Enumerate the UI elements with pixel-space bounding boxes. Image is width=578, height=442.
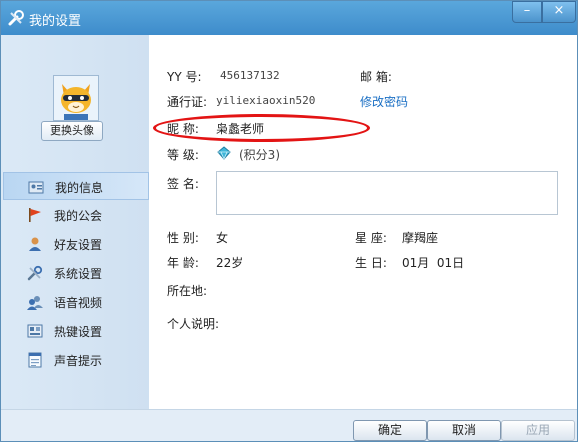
avatar xyxy=(53,75,99,121)
age-value: 22岁 xyxy=(216,256,244,270)
minimize-button[interactable]: – xyxy=(512,1,542,23)
title-bar[interactable]: 我的设置 – × xyxy=(1,1,577,35)
change-avatar-button[interactable]: 更换头像 xyxy=(41,121,103,141)
sidebar-item-label: 我的信息 xyxy=(55,181,104,195)
annotation-ellipse xyxy=(153,114,370,142)
passport-value: yiliexiaoxin520 xyxy=(216,94,316,107)
sidebar: 更换头像 我的信息 我的公会 好友设置 系统设置 语音视频 热键设置 声音提示 xyxy=(1,35,149,409)
keyboard-icon xyxy=(27,324,43,338)
window-title: 我的设置 xyxy=(29,14,82,29)
ok-button[interactable]: 确定 xyxy=(353,420,427,441)
yy-number-label: YY 号: xyxy=(167,70,202,84)
passport-label: 通行证: xyxy=(167,95,208,109)
sidebar-item-label: 声音提示 xyxy=(54,354,103,368)
sidebar-item-hotkey-settings[interactable]: 热键设置 xyxy=(3,317,149,345)
profile-panel: YY 号: 456137132 邮 箱: 通行证: yiliexiaoxin52… xyxy=(149,35,577,409)
cancel-button[interactable]: 取消 xyxy=(427,420,501,441)
yy-number-value: 456137132 xyxy=(220,69,280,82)
sidebar-item-my-guild[interactable]: 我的公会 xyxy=(3,201,149,229)
tools-icon xyxy=(8,10,24,26)
yy-mascot-icon xyxy=(54,76,98,120)
settings-window: 我的设置 – × 更换头像 我的信息 我的公会 好友设置 系统设置 语音视频 热… xyxy=(0,0,578,442)
constellation-value: 摩羯座 xyxy=(402,231,439,245)
user-icon xyxy=(29,237,41,251)
signature-input[interactable] xyxy=(216,171,558,215)
bio-label: 个人说明: xyxy=(167,317,220,331)
sidebar-item-voice-video[interactable]: 语音视频 xyxy=(3,288,149,316)
birthday-label: 生 日: xyxy=(355,256,387,270)
level-value: (积分3) xyxy=(239,148,280,162)
tools-icon xyxy=(27,265,43,281)
flag-icon xyxy=(29,208,41,222)
level-label: 等 级: xyxy=(167,148,199,162)
birthday-value: 01月 01日 xyxy=(402,256,465,270)
id-card-icon xyxy=(28,181,44,194)
sidebar-item-label: 我的公会 xyxy=(54,209,103,223)
location-label: 所在地: xyxy=(167,284,208,298)
sidebar-item-label: 好友设置 xyxy=(54,238,103,252)
email-label: 邮 箱: xyxy=(360,70,392,84)
constellation-label: 星 座: xyxy=(355,231,387,245)
footer-bar: 确定 取消 应用 xyxy=(1,409,577,441)
gender-label: 性 别: xyxy=(167,231,199,245)
sidebar-item-label: 热键设置 xyxy=(54,325,103,339)
sidebar-item-my-info[interactable]: 我的信息 xyxy=(3,172,149,200)
apply-button[interactable]: 应用 xyxy=(501,420,575,441)
sidebar-item-label: 语音视频 xyxy=(54,296,103,310)
users-voice-icon xyxy=(27,296,43,310)
change-password-link[interactable]: 修改密码 xyxy=(360,93,408,110)
age-label: 年 龄: xyxy=(167,256,199,270)
close-button[interactable]: × xyxy=(542,1,576,23)
gender-value: 女 xyxy=(216,231,229,245)
notepad-icon xyxy=(28,352,42,368)
sidebar-item-system-settings[interactable]: 系统设置 xyxy=(3,259,149,287)
diamond-level-icon xyxy=(217,146,231,160)
sidebar-item-sound-alerts[interactable]: 声音提示 xyxy=(3,346,149,374)
sidebar-item-friend-settings[interactable]: 好友设置 xyxy=(3,230,149,258)
signature-label: 签 名: xyxy=(167,177,199,191)
sidebar-item-label: 系统设置 xyxy=(54,267,103,281)
